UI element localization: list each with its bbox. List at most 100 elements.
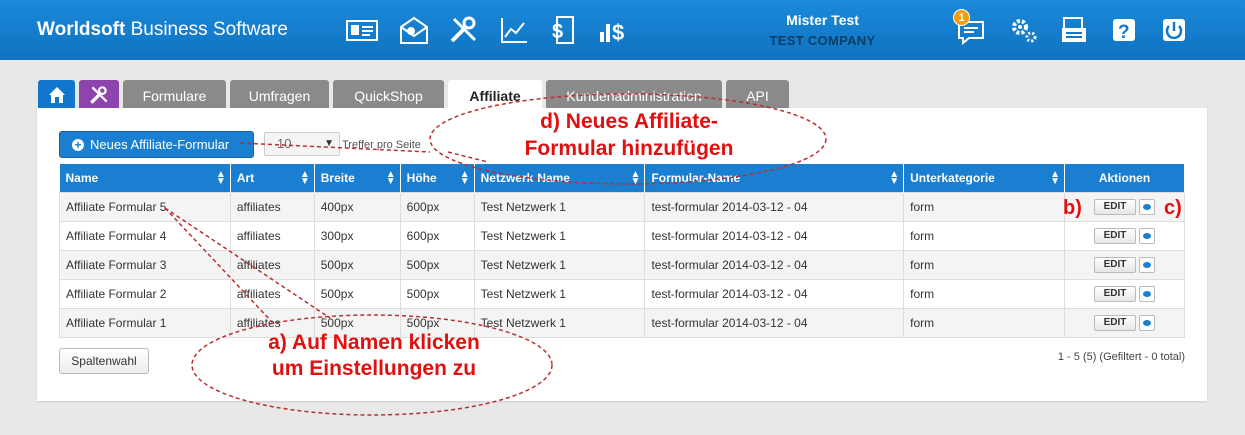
column-header-formular[interactable]: Formular-Name ▲ ▼ (644, 164, 905, 192)
cell-unterkategorie: form (903, 249, 1066, 280)
annotation-d: d) Neues Affiliate- Formular hinzufügen (524, 110, 734, 160)
view-eye-icon[interactable] (1139, 227, 1156, 244)
cell-art: affiliates (229, 220, 315, 251)
cell-hoehe: 500px (399, 278, 475, 309)
tab-api[interactable]: API (726, 80, 789, 110)
view-eye-icon[interactable] (1139, 285, 1156, 302)
sort-icon: ▲ ▼ (889, 169, 900, 187)
column-header-art[interactable]: Art ▲ ▼ (230, 164, 315, 192)
table-row: Affiliate Formular 4 affiliates 300px 600px… (59, 220, 1185, 251)
cell-name[interactable]: Affiliate Formular 3 (59, 249, 231, 280)
column-chooser-button[interactable]: Spaltenwahl (59, 348, 149, 374)
column-header-breite[interactable]: Breite ▲ ▼ (314, 164, 401, 192)
column-header-hoehe[interactable]: Höhe ▲ ▼ (400, 164, 475, 192)
cell-art: affiliates (229, 278, 315, 309)
tab-home[interactable] (38, 80, 75, 110)
tools-icon[interactable] (448, 14, 480, 46)
sales-stats-icon[interactable]: $ (598, 14, 630, 46)
sort-icon: ▲ ▼ (1050, 169, 1061, 187)
cell-name[interactable]: Affiliate Formular 2 (59, 278, 231, 309)
cell-art: affiliates (229, 191, 315, 222)
cell-name[interactable]: Affiliate Formular 5 (59, 191, 231, 222)
edit-button[interactable]: EDIT (1094, 256, 1137, 273)
cell-hoehe: 500px (399, 249, 475, 280)
cell-hoehe: 600px (399, 220, 475, 251)
svg-text:$: $ (552, 21, 563, 43)
plus-circle-icon: + (72, 139, 84, 151)
cell-unterkategorie: form (903, 191, 1066, 222)
annotation-b: b) (1063, 197, 1082, 219)
sort-icon: ▲ ▼ (215, 169, 226, 187)
pagination-info: 1 - 5 (5) (Gefiltert - 0 total) (1057, 351, 1185, 363)
tab-affiliate[interactable]: Affiliate (448, 80, 542, 110)
cell-netzwerk: Test Netzwerk 1 (473, 220, 646, 251)
cell-breite: 300px (313, 220, 401, 251)
cell-hoehe: 600px (399, 191, 475, 222)
tab-umfragen[interactable]: Umfragen (230, 80, 329, 110)
mail-settings-icon[interactable] (398, 14, 430, 46)
user-info[interactable]: Mister Test TEST COMPANY (740, 12, 905, 48)
table-row: Affiliate Formular 3 affiliates 500px 500px… (59, 249, 1185, 280)
new-affiliate-form-button[interactable]: + Neues Affiliate-Formular (59, 131, 254, 158)
home-icon (48, 87, 65, 103)
cell-actions: EDIT (1064, 220, 1185, 251)
column-header-netzwerk[interactable]: Netzwerk-Name ▲ ▼ (474, 164, 646, 192)
column-header-aktionen: Aktionen (1064, 164, 1185, 192)
cell-unterkategorie: form (903, 220, 1066, 251)
page-size-select[interactable]: 10 ▼ (264, 132, 340, 156)
column-header-unterkategorie[interactable]: Unterkategorie ▲ ▼ (903, 164, 1066, 192)
notification-badge: 1 (953, 9, 970, 26)
settings-gears-icon[interactable] (1008, 14, 1040, 46)
table-row: Affiliate Formular 2 affiliates 500px 500px… (59, 278, 1185, 309)
cell-breite: 500px (313, 278, 401, 309)
cell-breite: 400px (313, 191, 401, 222)
cell-formular: test-formular 2014-03-12 - 04 (644, 191, 905, 222)
tools-icon (90, 86, 108, 104)
invoice-dollar-icon[interactable]: $ (548, 14, 580, 46)
cell-actions: EDIT (1064, 249, 1185, 280)
cell-formular: test-formular 2014-03-12 - 04 (644, 307, 905, 338)
cell-actions: EDIT (1064, 307, 1185, 338)
sort-icon: ▲ ▼ (385, 169, 396, 187)
per-page-label: Treffer pro Seite (342, 139, 421, 151)
print-document-icon[interactable] (1058, 14, 1090, 46)
table-row: Affiliate Formular 5 affiliates 400px 600px… (59, 191, 1185, 222)
cell-unterkategorie: form (903, 307, 1066, 338)
cell-name[interactable]: Affiliate Formular 4 (59, 220, 231, 251)
brand-logo[interactable]: Worldsoft Business Software (37, 19, 288, 41)
svg-text:?: ? (1118, 22, 1130, 43)
cell-netzwerk: Test Netzwerk 1 (473, 191, 646, 222)
annotation-a: a) Auf Namen klicken um Einstellungen zu (268, 331, 480, 380)
top-bar: Worldsoft Business Software $ $ Mister T… (0, 0, 1245, 60)
sort-icon: ▲ ▼ (459, 169, 470, 187)
cell-actions: EDIT (1064, 278, 1185, 309)
contact-card-icon[interactable] (346, 14, 378, 46)
view-eye-icon[interactable] (1139, 198, 1156, 215)
help-icon[interactable]: ? (1108, 14, 1140, 46)
edit-button[interactable]: EDIT (1094, 227, 1137, 244)
view-eye-icon[interactable] (1139, 314, 1156, 331)
edit-button[interactable]: EDIT (1094, 198, 1137, 215)
cell-formular: test-formular 2014-03-12 - 04 (644, 249, 905, 280)
svg-text:$: $ (612, 20, 624, 45)
cell-formular: test-formular 2014-03-12 - 04 (644, 220, 905, 251)
tab-formulare[interactable]: Formulare (123, 80, 226, 110)
column-header-name[interactable]: Name ▲ ▼ (59, 164, 231, 192)
logout-power-icon[interactable] (1158, 14, 1190, 46)
tab-quickshop[interactable]: QuickShop (333, 80, 444, 110)
cell-formular: test-formular 2014-03-12 - 04 (644, 278, 905, 309)
sort-icon: ▲ ▼ (630, 169, 641, 187)
cell-name[interactable]: Affiliate Formular 1 (59, 307, 231, 338)
edit-button[interactable]: EDIT (1094, 285, 1137, 302)
cell-netzwerk: Test Netzwerk 1 (473, 249, 646, 280)
view-eye-icon[interactable] (1139, 256, 1156, 273)
tab-kundenadministration[interactable]: Kundenadministration (546, 80, 722, 110)
annotation-c: c) (1164, 197, 1182, 219)
cell-unterkategorie: form (903, 278, 1066, 309)
line-chart-icon[interactable] (498, 14, 530, 46)
table-header-row: Name ▲ ▼ Art ▲ ▼ Breite ▲ ▼ Höhe ▲ ▼ Netzwerk-Na… (59, 164, 1185, 192)
user-name: Mister Test (786, 12, 859, 28)
tab-tools[interactable] (79, 80, 119, 110)
edit-button[interactable]: EDIT (1094, 314, 1137, 331)
company-name: TEST COMPANY (769, 33, 876, 48)
